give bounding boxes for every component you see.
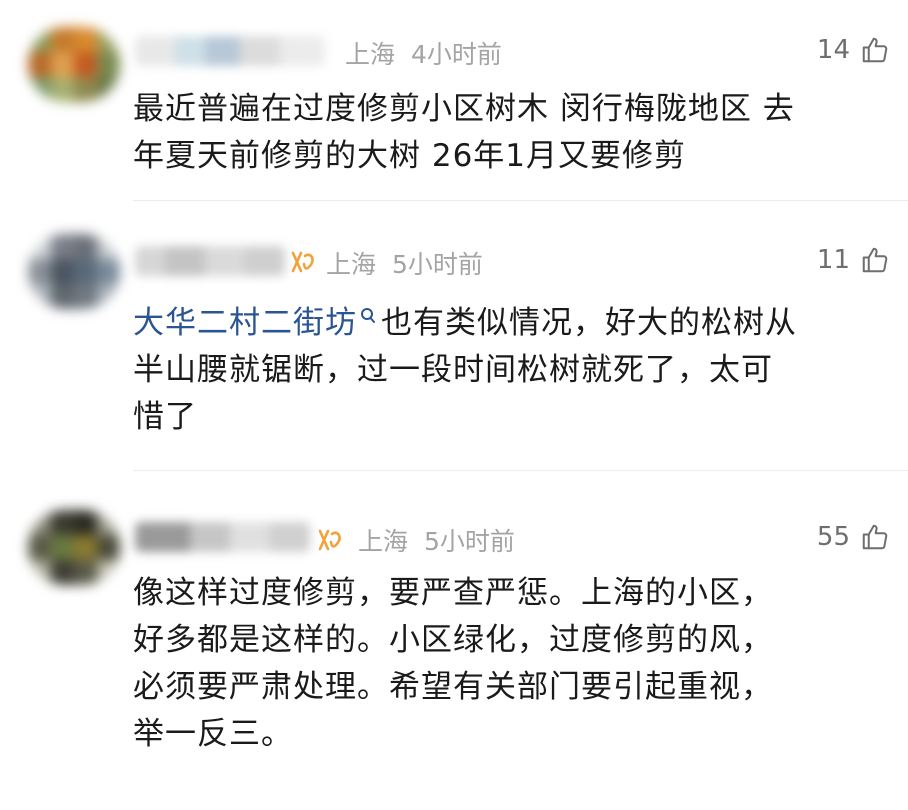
- member-badge-icon: [290, 250, 316, 274]
- timestamp: 5小时前: [423, 527, 515, 556]
- like-button[interactable]: 11: [817, 245, 890, 275]
- like-button[interactable]: 14: [817, 35, 890, 65]
- username[interactable]: [135, 246, 285, 276]
- like-count: 11: [816, 245, 850, 275]
- comment-text: 像这样过度修剪，要严查严惩。上海的小区， 好多都是这样的。小区绿化，过度修剪的风…: [133, 575, 773, 752]
- username[interactable]: [135, 36, 325, 66]
- like-count: 14: [816, 35, 850, 65]
- divider: [133, 200, 908, 201]
- like-count: 55: [816, 522, 850, 552]
- divider: [133, 470, 908, 471]
- member-badge-icon: [317, 528, 343, 552]
- timestamp: 4小时前: [410, 40, 502, 69]
- avatar[interactable]: [28, 510, 120, 585]
- search-icon[interactable]: [359, 294, 377, 341]
- timestamp: 5小时前: [391, 250, 483, 279]
- like-button[interactable]: 55: [817, 522, 890, 552]
- thumbs-up-icon: [860, 245, 890, 275]
- avatar[interactable]: [28, 27, 120, 102]
- topic-link[interactable]: 大华二村二街坊: [133, 305, 357, 341]
- location-label: 上海: [326, 250, 377, 279]
- thumbs-up-icon: [860, 35, 890, 65]
- avatar[interactable]: [28, 234, 120, 309]
- comment-text: 最近普遍在过度修剪小区树木 闵行梅陇地区 去 年夏天前修剪的大树 26年1月又要…: [133, 91, 795, 174]
- location-label: 上海: [358, 527, 409, 556]
- location-label: 上海: [345, 40, 396, 69]
- username[interactable]: [135, 522, 310, 552]
- comment-text: 大华二村二街坊 也有类似情况，好大的松树从 半山腰就锯断，过一段时间松树就死了，太…: [133, 294, 893, 441]
- comment-meta: 上海 4小时前: [345, 35, 502, 71]
- thumbs-up-icon: [860, 522, 890, 552]
- comment-meta: 上海 5小时前: [326, 245, 483, 281]
- comment-meta: 上海 5小时前: [358, 522, 515, 558]
